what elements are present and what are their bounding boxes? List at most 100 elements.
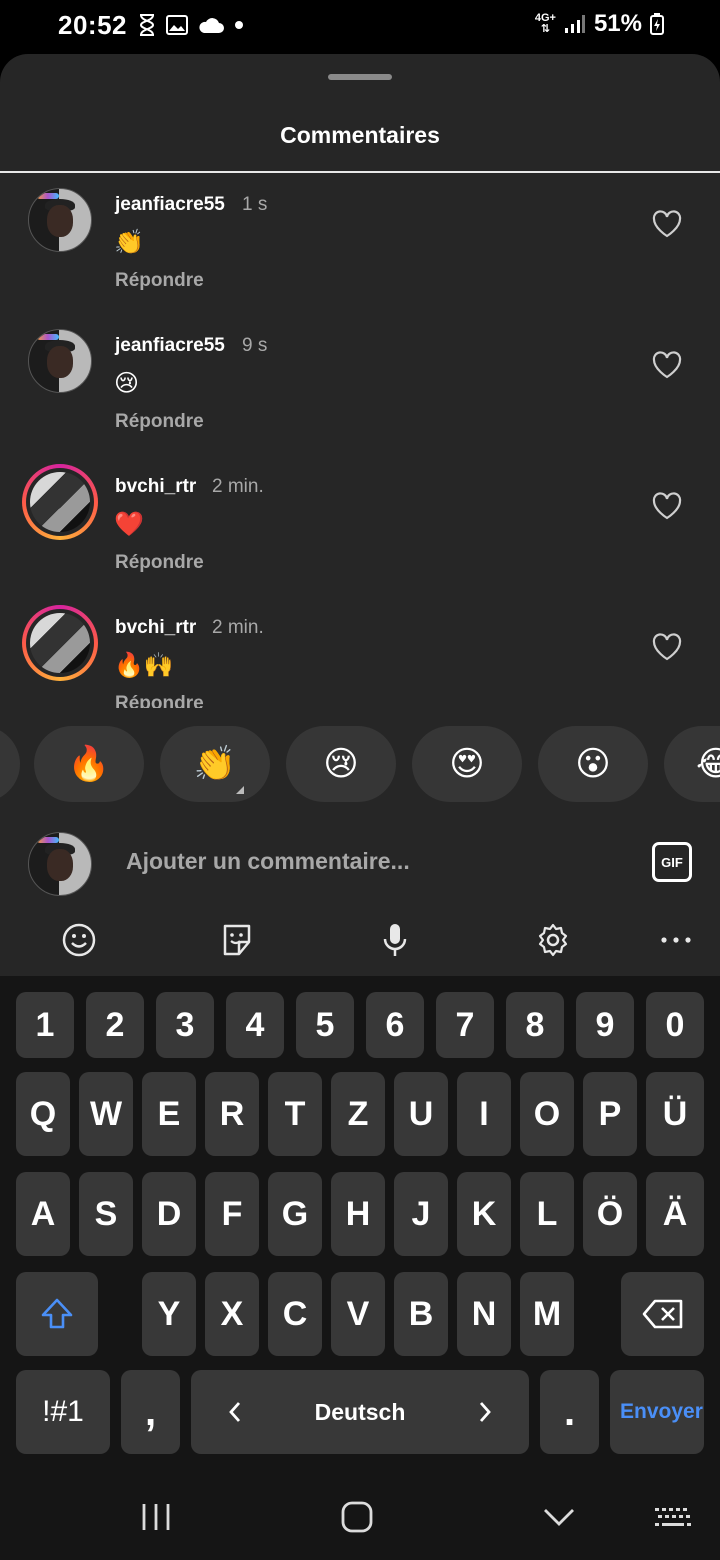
- period-key[interactable]: .: [540, 1370, 599, 1454]
- avatar-story-ring[interactable]: [22, 464, 98, 540]
- comma-key[interactable]: ,: [121, 1370, 180, 1454]
- shift-arrow-icon: [41, 1298, 73, 1329]
- comment-text: 👏: [114, 228, 144, 256]
- keyboard-hide-chevron-icon[interactable]: [542, 1506, 576, 1528]
- comment-username[interactable]: bvchi_rtr: [115, 476, 196, 498]
- reaction-laughing[interactable]: 😂: [664, 726, 720, 802]
- home-icon[interactable]: [340, 1500, 374, 1534]
- key-7[interactable]: 7: [436, 992, 494, 1058]
- comment-username[interactable]: jeanfiacre55: [115, 335, 225, 357]
- space-key[interactable]: Deutsch: [191, 1370, 529, 1454]
- key-6[interactable]: 6: [366, 992, 424, 1058]
- microphone-icon[interactable]: [377, 922, 413, 958]
- send-key[interactable]: Envoyer: [610, 1370, 704, 1454]
- avatar[interactable]: [28, 329, 92, 393]
- key-2[interactable]: 2: [86, 992, 144, 1058]
- key-3[interactable]: 3: [156, 992, 214, 1058]
- more-icon[interactable]: [658, 922, 694, 958]
- own-avatar: [28, 832, 92, 896]
- key-t[interactable]: T: [268, 1072, 322, 1156]
- key-x[interactable]: X: [205, 1272, 259, 1356]
- key-ae[interactable]: Ä: [646, 1172, 704, 1256]
- network-label: 4G+: [534, 12, 556, 24]
- image-icon: [166, 15, 188, 35]
- key-ue[interactable]: Ü: [646, 1072, 704, 1156]
- key-p[interactable]: P: [583, 1072, 637, 1156]
- comment-item: bvchi_rtr 2 min. 🔥🙌 Répondre: [0, 597, 720, 708]
- key-a[interactable]: A: [16, 1172, 70, 1256]
- key-i[interactable]: I: [457, 1072, 511, 1156]
- key-r[interactable]: R: [205, 1072, 259, 1156]
- key-m[interactable]: M: [520, 1272, 574, 1356]
- gif-button[interactable]: GIF: [652, 842, 692, 882]
- key-y[interactable]: Y: [142, 1272, 196, 1356]
- reply-button[interactable]: Répondre: [115, 693, 204, 708]
- key-5[interactable]: 5: [296, 992, 354, 1058]
- reaction-heart-eyes[interactable]: 😍: [412, 726, 522, 802]
- key-z[interactable]: Z: [331, 1072, 385, 1156]
- comment-username[interactable]: jeanfiacre55: [115, 194, 225, 216]
- key-s[interactable]: S: [79, 1172, 133, 1256]
- key-4[interactable]: 4: [226, 992, 284, 1058]
- avatar[interactable]: [28, 188, 92, 252]
- shift-key[interactable]: [16, 1272, 98, 1356]
- reaction-crying[interactable]: 😢: [286, 726, 396, 802]
- key-d[interactable]: D: [142, 1172, 196, 1256]
- key-0[interactable]: 0: [646, 992, 704, 1058]
- reply-button[interactable]: Répondre: [115, 270, 204, 292]
- chevron-left-icon: [229, 1402, 241, 1422]
- symbols-key[interactable]: !#1: [16, 1370, 110, 1454]
- title-divider: [0, 171, 720, 173]
- key-q[interactable]: Q: [16, 1072, 70, 1156]
- comment-text: ❤️: [114, 510, 144, 538]
- system-nav-bar: [0, 1470, 720, 1560]
- heart-icon[interactable]: [652, 633, 682, 661]
- reply-button[interactable]: Répondre: [115, 411, 204, 433]
- comment-item: jeanfiacre55 9 s 😢 Répondre: [0, 315, 720, 456]
- heart-icon[interactable]: [652, 492, 682, 520]
- battery-percent: 51%: [593, 10, 642, 37]
- key-e[interactable]: E: [142, 1072, 196, 1156]
- heart-icon[interactable]: [652, 351, 682, 379]
- comments-list[interactable]: jeanfiacre55 1 s 👏 Répondre jeanfiacre55…: [0, 174, 720, 708]
- emoji-icon[interactable]: [61, 922, 97, 958]
- comment-username[interactable]: bvchi_rtr: [115, 617, 196, 639]
- key-f[interactable]: F: [205, 1172, 259, 1256]
- backspace-key[interactable]: [621, 1272, 704, 1356]
- reaction-clap[interactable]: 👏: [160, 726, 270, 802]
- sticker-icon[interactable]: [219, 922, 255, 958]
- key-w[interactable]: W: [79, 1072, 133, 1156]
- key-l[interactable]: L: [520, 1172, 574, 1256]
- key-9[interactable]: 9: [576, 992, 634, 1058]
- reaction-fire[interactable]: 🔥: [34, 726, 144, 802]
- quick-reactions-row[interactable]: 🔥 👏 😢 😍 😮 😂: [0, 726, 720, 802]
- key-h[interactable]: H: [331, 1172, 385, 1256]
- key-oe[interactable]: Ö: [583, 1172, 637, 1256]
- reaction-surprised[interactable]: 😮: [538, 726, 648, 802]
- key-v[interactable]: V: [331, 1272, 385, 1356]
- settings-icon[interactable]: [535, 922, 571, 958]
- key-g[interactable]: G: [268, 1172, 322, 1256]
- reply-button[interactable]: Répondre: [115, 552, 204, 574]
- key-1[interactable]: 1: [16, 992, 74, 1058]
- reaction-pill-partial[interactable]: [0, 726, 20, 802]
- battery-charging-icon: [650, 13, 664, 35]
- comment-time: 9 s: [242, 335, 268, 356]
- avatar-story-ring[interactable]: [22, 605, 98, 681]
- keyboard-toolbar: [0, 908, 720, 976]
- key-c[interactable]: C: [268, 1272, 322, 1356]
- key-8[interactable]: 8: [506, 992, 564, 1058]
- key-n[interactable]: N: [457, 1272, 511, 1356]
- key-u[interactable]: U: [394, 1072, 448, 1156]
- keyboard-switch-icon[interactable]: [654, 1506, 692, 1530]
- key-k[interactable]: K: [457, 1172, 511, 1256]
- key-o[interactable]: O: [520, 1072, 574, 1156]
- drag-handle[interactable]: [328, 74, 392, 80]
- comment-input[interactable]: Ajouter un commentaire...: [126, 848, 410, 875]
- heart-icon[interactable]: [652, 210, 682, 238]
- comment-time: 2 min.: [212, 617, 264, 638]
- key-j[interactable]: J: [394, 1172, 448, 1256]
- recent-apps-icon[interactable]: [140, 1502, 172, 1532]
- key-b[interactable]: B: [394, 1272, 448, 1356]
- chevron-right-icon: [479, 1402, 491, 1422]
